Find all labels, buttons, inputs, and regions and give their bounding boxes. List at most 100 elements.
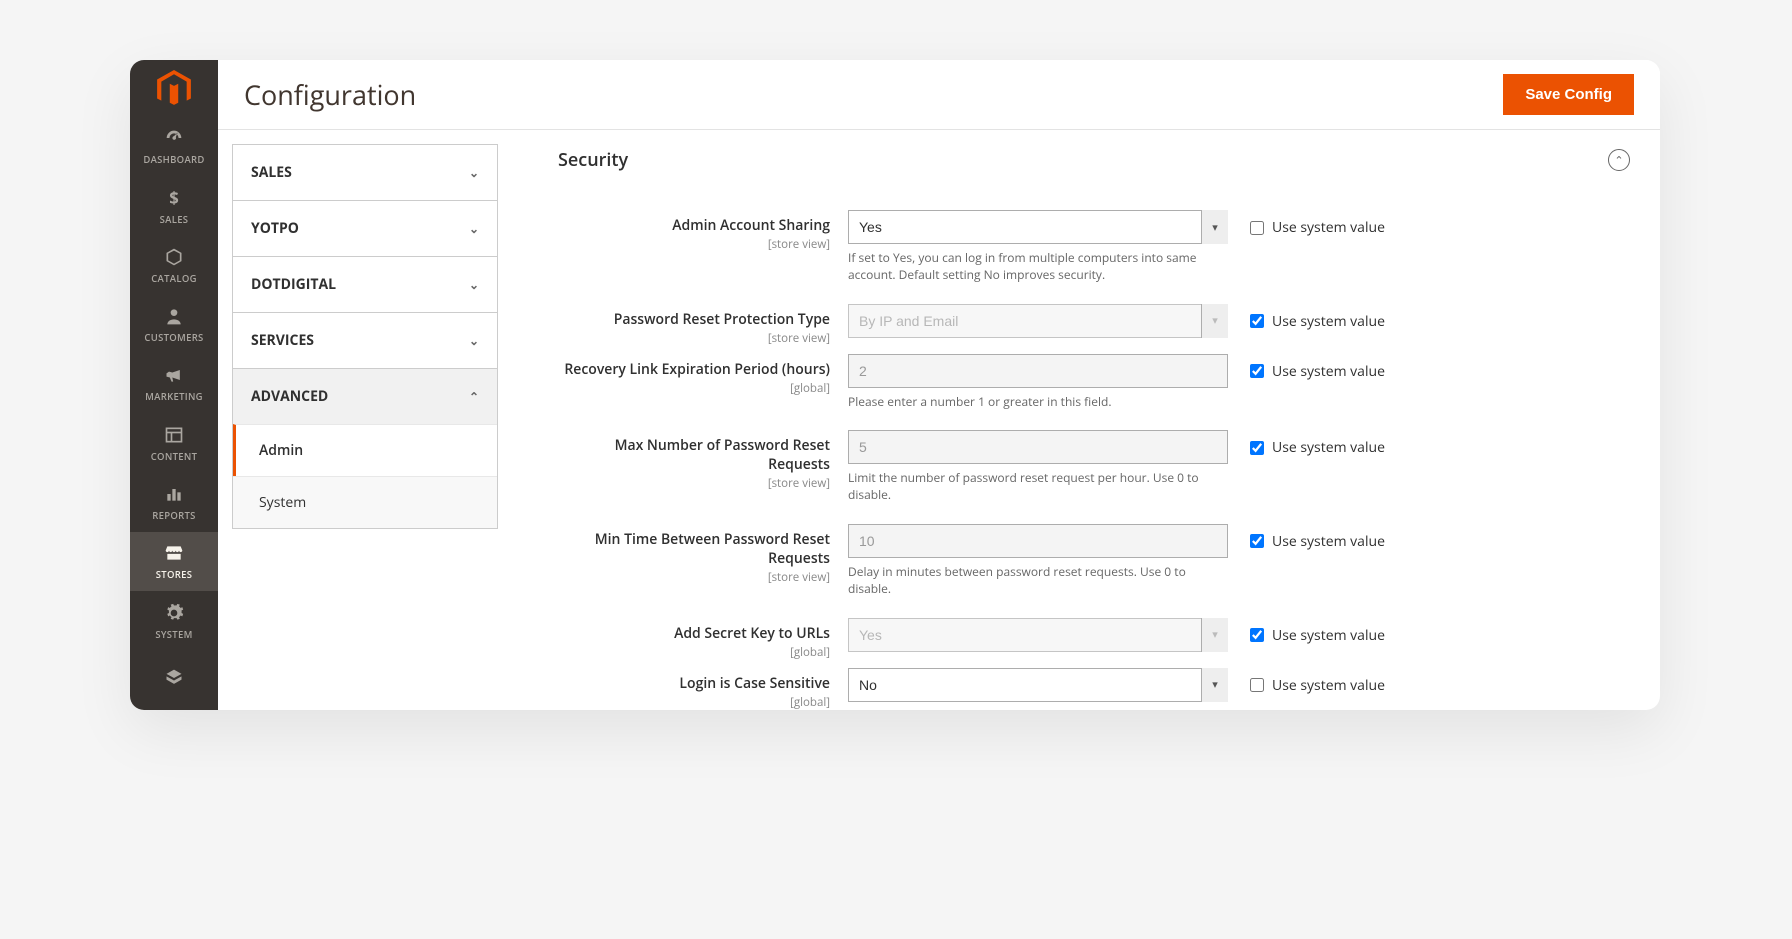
section-header: Security ⌃ <box>558 148 1630 172</box>
main: Configuration Save Config SALES ⌄ YOTPO <box>218 60 1660 710</box>
field-note: Delay in minutes between password reset … <box>848 564 1228 598</box>
magento-logo[interactable] <box>130 60 218 117</box>
config-subitem-admin[interactable]: Admin <box>233 424 497 476</box>
section-title: Security <box>558 148 628 172</box>
use-system-label[interactable]: Use system value <box>1272 362 1385 381</box>
config-group-label: SERVICES <box>251 331 314 350</box>
nav-label: MARKETING <box>145 390 203 403</box>
nav-marketing[interactable]: MARKETING <box>130 354 218 413</box>
use-system-checkbox[interactable] <box>1250 678 1264 692</box>
app-frame: DASHBOARD $ SALES CATALOG CUSTOMERS MARK… <box>130 60 1660 710</box>
nav-system[interactable]: SYSTEM <box>130 591 218 650</box>
field-input-col: Limit the number of password reset reque… <box>848 430 1228 504</box>
field-label-col: Min Time Between Password Reset Requests… <box>558 524 848 585</box>
nav-catalog[interactable]: CATALOG <box>130 236 218 295</box>
puzzle-icon <box>163 667 185 689</box>
use-system-col: Use system value <box>1228 430 1385 457</box>
nav-customers[interactable]: CUSTOMERS <box>130 295 218 354</box>
field-select[interactable]: Yes <box>848 210 1228 244</box>
save-config-button[interactable]: Save Config <box>1503 74 1634 115</box>
nav-label: REPORTS <box>152 509 195 522</box>
field-row: Admin Account Sharing[store view]YesIf s… <box>558 210 1630 284</box>
field-scope: [global] <box>558 381 830 396</box>
nav-partners[interactable] <box>130 651 218 710</box>
field-label-col: Admin Account Sharing[store view] <box>558 210 848 252</box>
megaphone-icon <box>163 364 185 386</box>
field-label: Max Number of Password Reset Requests <box>558 436 830 474</box>
config-group-head[interactable]: DOTDIGITAL ⌄ <box>233 257 497 312</box>
chevron-down-icon: ⌄ <box>469 276 479 293</box>
field-label-col: Password Reset Protection Type [store vie… <box>558 304 848 346</box>
config-group-head[interactable]: SALES ⌄ <box>233 145 497 200</box>
use-system-checkbox[interactable] <box>1250 221 1264 235</box>
use-system-checkbox[interactable] <box>1250 314 1264 328</box>
config-group-head[interactable]: SERVICES ⌄ <box>233 313 497 368</box>
admin-sidebar: DASHBOARD $ SALES CATALOG CUSTOMERS MARK… <box>130 60 218 710</box>
config-group-label: DOTDIGITAL <box>251 275 336 294</box>
use-system-label[interactable]: Use system value <box>1272 626 1385 645</box>
field-note: Please enter a number 1 or greater in th… <box>848 394 1228 411</box>
config-nav: SALES ⌄ YOTPO ⌄ DOTDIGITAL ⌄ <box>218 130 528 710</box>
field-label-col: Add Secret Key to URLs[global] <box>558 618 848 660</box>
field-input-col: Please enter a number 1 or greater in th… <box>848 354 1228 411</box>
field-scope: [global] <box>558 695 830 710</box>
field-scope: [store view] <box>558 331 830 346</box>
field-scope: [store view] <box>558 476 830 491</box>
field-label: Password Reset Protection Type <box>558 310 830 329</box>
use-system-label[interactable]: Use system value <box>1272 218 1385 237</box>
page-title: Configuration <box>244 76 1503 113</box>
content: SALES ⌄ YOTPO ⌄ DOTDIGITAL ⌄ <box>218 130 1660 710</box>
field-scope: [store view] <box>558 237 830 252</box>
nav-content[interactable]: CONTENT <box>130 414 218 473</box>
select-wrap: Yes <box>848 210 1228 244</box>
use-system-label[interactable]: Use system value <box>1272 676 1385 695</box>
field-row: Password Reset Protection Type [store vie… <box>558 304 1630 346</box>
config-group-advanced: ADVANCED ⌃ Admin System <box>233 369 497 528</box>
config-group-label: SALES <box>251 163 292 182</box>
nav-stores[interactable]: STORES <box>130 532 218 591</box>
use-system-checkbox[interactable] <box>1250 534 1264 548</box>
nav-sales[interactable]: $ SALES <box>130 177 218 236</box>
chevron-up-icon: ⌃ <box>469 388 479 405</box>
use-system-col: Use system value <box>1228 618 1385 645</box>
form-area: Security ⌃ Admin Account Sharing[store v… <box>528 130 1660 710</box>
config-subitem-system[interactable]: System <box>233 476 497 528</box>
field-row: Min Time Between Password Reset Requests… <box>558 524 1630 598</box>
use-system-label[interactable]: Use system value <box>1272 312 1385 331</box>
config-subitems: Admin System <box>233 424 497 528</box>
field-label-col: Max Number of Password Reset Requests [st… <box>558 430 848 491</box>
config-group-label: YOTPO <box>251 219 299 238</box>
nav-label: CONTENT <box>151 450 198 463</box>
use-system-label[interactable]: Use system value <box>1272 532 1385 551</box>
field-row: Login is Case Sensitive[global]No Use sys… <box>558 668 1630 710</box>
field-label: Add Secret Key to URLs <box>558 624 830 643</box>
nav-reports[interactable]: REPORTS <box>130 473 218 532</box>
box-icon <box>163 246 185 268</box>
field-text <box>848 354 1228 388</box>
field-row: Max Number of Password Reset Requests [st… <box>558 430 1630 504</box>
use-system-checkbox[interactable] <box>1250 364 1264 378</box>
nav-dashboard[interactable]: DASHBOARD <box>130 117 218 176</box>
field-input-col: Yes <box>848 618 1228 652</box>
field-select[interactable]: No <box>848 668 1228 702</box>
use-system-col: Use system value <box>1228 354 1385 381</box>
gauge-icon <box>163 127 185 149</box>
field-input-col: Delay in minutes between password reset … <box>848 524 1228 598</box>
field-input-col: YesIf set to Yes, you can log in from mu… <box>848 210 1228 284</box>
select-wrap: No <box>848 668 1228 702</box>
config-group-head[interactable]: ADVANCED ⌃ <box>233 369 497 424</box>
config-group-head[interactable]: YOTPO ⌄ <box>233 201 497 256</box>
use-system-checkbox[interactable] <box>1250 628 1264 642</box>
collapse-section-button[interactable]: ⌃ <box>1608 149 1630 171</box>
field-label: Recovery Link Expiration Period (hours) <box>558 360 830 379</box>
field-label-col: Login is Case Sensitive[global] <box>558 668 848 710</box>
config-nav-list: SALES ⌄ YOTPO ⌄ DOTDIGITAL ⌄ <box>232 144 498 529</box>
chevron-down-icon: ⌄ <box>469 164 479 181</box>
nav-label: DASHBOARD <box>143 153 204 166</box>
bar-chart-icon <box>163 483 185 505</box>
nav-label: CATALOG <box>151 272 197 285</box>
layout-icon <box>163 424 185 446</box>
use-system-label[interactable]: Use system value <box>1272 438 1385 457</box>
field-note: Limit the number of password reset reque… <box>848 470 1228 504</box>
use-system-checkbox[interactable] <box>1250 441 1264 455</box>
